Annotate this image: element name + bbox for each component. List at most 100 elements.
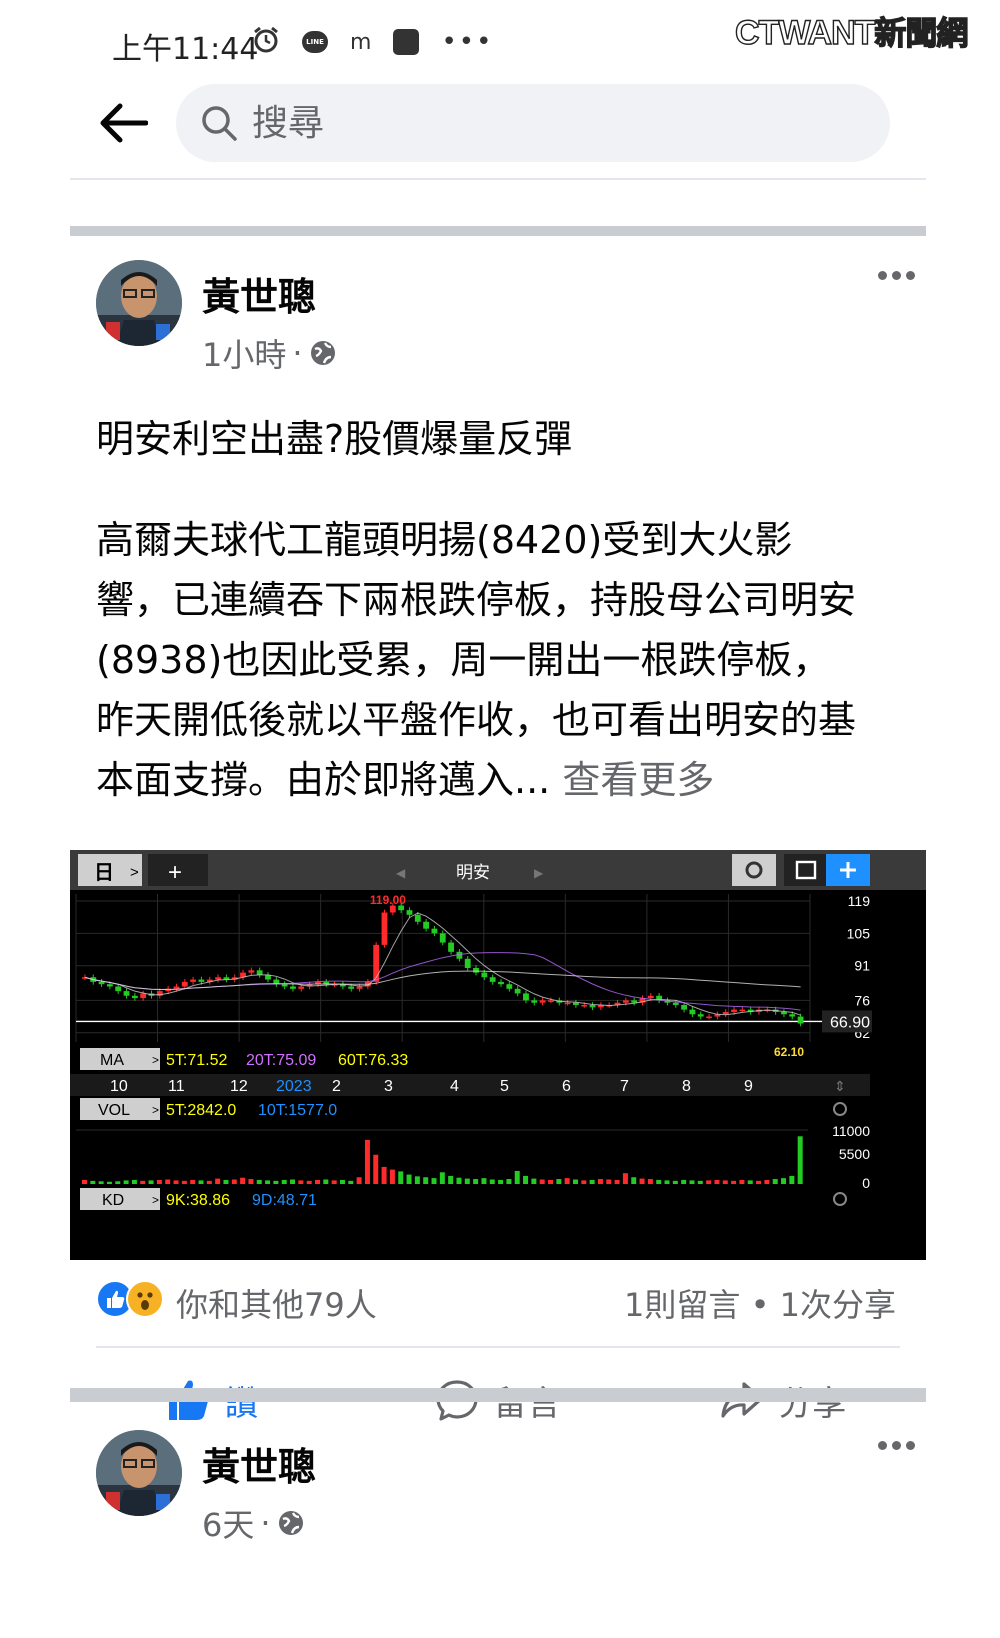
- candle-body: [248, 970, 255, 973]
- candle-body: [531, 1000, 538, 1003]
- ma-legend-label: MA: [100, 1052, 124, 1069]
- candle-body: [489, 977, 496, 982]
- post-time[interactable]: 6天: [202, 1500, 254, 1546]
- volume-bar: [198, 1180, 204, 1184]
- candle-body: [722, 1011, 729, 1015]
- volume-bar: [664, 1180, 670, 1184]
- candle-body: [689, 1009, 696, 1015]
- volume-bar: [315, 1179, 321, 1184]
- ma60-value: 60T:76.33: [338, 1052, 408, 1069]
- volume-bar: [389, 1169, 395, 1184]
- status-time: 上午11:44: [112, 32, 259, 67]
- volume-bar: [489, 1179, 495, 1184]
- feed-separator: [70, 1388, 926, 1402]
- period-label: 日: [94, 862, 114, 884]
- post-meta: 6天 ·: [202, 1500, 305, 1546]
- volume-bar: [572, 1179, 578, 1184]
- post-author[interactable]: 黃世聰: [202, 266, 316, 321]
- top-divider: [70, 178, 926, 180]
- ma5-value: 5T:71.52: [166, 1052, 227, 1069]
- volume-bar: [298, 1180, 304, 1184]
- volume-bar: [82, 1179, 87, 1184]
- volume-bar: [323, 1179, 329, 1184]
- volume-bar: [423, 1177, 429, 1184]
- volume-bar: [456, 1177, 462, 1184]
- candle-body: [356, 986, 363, 989]
- search-input[interactable]: [252, 102, 812, 144]
- post-meta: 1小時 ·: [202, 330, 337, 376]
- volume-bar: [148, 1180, 154, 1184]
- kd-k-value: 9K:38.86: [166, 1192, 230, 1209]
- volume-bar: [498, 1179, 504, 1184]
- candle-body: [789, 1014, 796, 1017]
- avatar[interactable]: [96, 1430, 182, 1516]
- volume-bar: [131, 1179, 137, 1184]
- post-time[interactable]: 1小時: [202, 330, 286, 376]
- post-body: 高爾夫球代工龍頭明揚(8420)受到大火影響，已連續吞下兩根跌停板，持股母公司明…: [96, 510, 866, 810]
- candle-body: [140, 993, 147, 999]
- volume-bar: [672, 1180, 678, 1184]
- candle-body: [431, 928, 438, 934]
- volume-bar: [473, 1179, 479, 1184]
- candle-body: [514, 988, 521, 994]
- top-bar: [0, 80, 1000, 180]
- x-axis-label: 3: [384, 1078, 393, 1095]
- mcdonalds-icon: m: [350, 29, 372, 55]
- period-arrow: >: [130, 864, 139, 881]
- status-bar: 上午11:44 LINE m ••• CTWANT新聞網: [0, 0, 1000, 80]
- volume-bar: [631, 1177, 637, 1184]
- candle-body: [506, 984, 513, 989]
- back-button[interactable]: [96, 96, 150, 150]
- stock-chart-image[interactable]: 日 > + ◀ 明安 ▶ 119 105 91 76 62 66.90 119.00 62.10 MA >5T…: [70, 850, 926, 1260]
- comments-shares-count[interactable]: 1則留言 • 1次分享: [624, 1280, 896, 1326]
- post-more-options-button[interactable]: [872, 260, 920, 290]
- volume-bar: [123, 1180, 129, 1184]
- candle-body: [215, 977, 221, 980]
- see-more-link[interactable]: 查看更多: [562, 758, 714, 802]
- meta-separator: ·: [260, 1504, 271, 1542]
- post-body-text: 高爾夫球代工龍頭明揚(8420)受到大火影響，已連續吞下兩根跌停板，持股母公司明…: [96, 518, 857, 802]
- wow-reaction-icon: [126, 1280, 164, 1318]
- candle-body: [548, 1000, 554, 1002]
- candle-body: [298, 986, 305, 989]
- search-bar[interactable]: [176, 84, 890, 162]
- next-arrow: ▶: [534, 866, 544, 880]
- volume-bar: [223, 1179, 229, 1184]
- more-notifications-icon: •••: [441, 27, 494, 57]
- volume-bar: [789, 1175, 795, 1184]
- vol-tick-label: 11000: [832, 1123, 870, 1139]
- volume-bar: [464, 1178, 470, 1184]
- volume-bar: [140, 1180, 146, 1184]
- candle-body: [414, 914, 421, 922]
- vol-tick-label: 0: [862, 1175, 870, 1191]
- candle-body: [572, 1002, 579, 1005]
- globe-icon: [278, 1511, 303, 1535]
- volume-bar: [439, 1172, 445, 1184]
- ma20-value: 20T:75.09: [246, 1052, 316, 1069]
- candle-body: [198, 979, 205, 982]
- post-author[interactable]: 黃世聰: [202, 1436, 316, 1491]
- post-more-options-button[interactable]: [872, 1430, 920, 1460]
- x-axis-label: 2023: [276, 1078, 312, 1095]
- volume-bar: [739, 1179, 745, 1184]
- volume-bar: [98, 1181, 104, 1184]
- volume-bar: [639, 1178, 645, 1184]
- price-tick-label: 76: [854, 992, 870, 1008]
- avatar[interactable]: [96, 260, 182, 346]
- watermark-logo: CTWANT新聞網: [734, 13, 969, 52]
- candle-body: [373, 944, 380, 982]
- vol-legend-label: VOL: [98, 1102, 130, 1119]
- chart-title: 明安: [456, 863, 490, 882]
- candle-body: [115, 986, 122, 992]
- ma5-line: [84, 912, 801, 1016]
- volume-bar: [556, 1179, 562, 1184]
- x-axis-label: 10: [110, 1078, 128, 1095]
- x-axis-label: 12: [230, 1078, 248, 1095]
- volume-bar: [764, 1179, 770, 1184]
- volume-bar: [331, 1180, 337, 1184]
- reactions-summary[interactable]: 你和其他79人 1則留言 • 1次分享: [96, 1276, 896, 1326]
- candle-body: [581, 1005, 588, 1007]
- next-post-header: 黃世聰 6天 ·: [96, 1430, 915, 1550]
- candle-body: [781, 1011, 787, 1015]
- meta-separator: ·: [292, 334, 303, 372]
